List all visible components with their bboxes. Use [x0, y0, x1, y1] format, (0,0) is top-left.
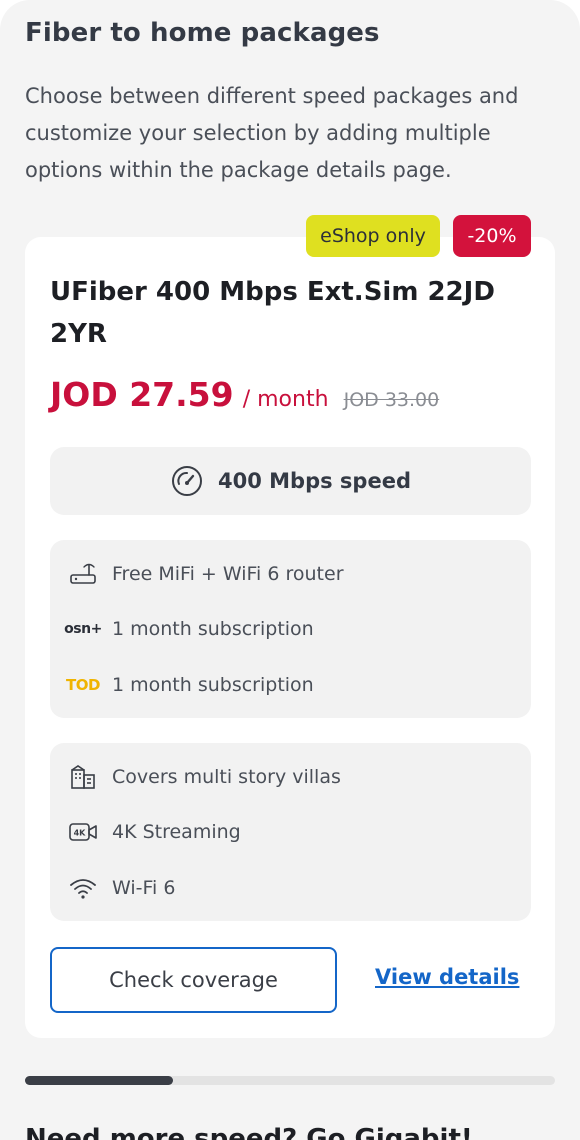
packages-section: Fiber to home packages Choose between di…: [0, 0, 580, 1140]
feature-label: Wi-Fi 6: [112, 877, 176, 899]
osn-plus-logo: osn+: [64, 615, 102, 643]
feature-item-villas: Covers multi story villas: [68, 761, 341, 793]
feature-label: Covers multi story villas: [112, 766, 341, 788]
extra-item-router: Free MiFi + WiFi 6 router: [68, 558, 344, 590]
svg-text:4K: 4K: [74, 829, 87, 838]
feature-label: 4K Streaming: [112, 821, 241, 843]
extra-item-osn: osn+ 1 month subscription: [64, 613, 314, 645]
carousel-scrollbar[interactable]: [25, 1076, 555, 1085]
tod-logo-text: TOD: [66, 676, 100, 694]
check-coverage-button[interactable]: Check coverage: [50, 947, 337, 1013]
building-icon: [68, 763, 98, 791]
speed-highlight: 400 Mbps speed: [50, 447, 531, 515]
feature-item-4k: 4K 4K Streaming: [68, 816, 241, 848]
view-details-link[interactable]: View details: [375, 965, 519, 989]
features-box: Covers multi story villas 4K 4K Streamin…: [50, 743, 531, 921]
speedometer-icon: [170, 464, 204, 498]
extra-label: 1 month subscription: [112, 674, 314, 696]
extra-label: Free MiFi + WiFi 6 router: [112, 563, 344, 585]
price-period: / month: [242, 387, 329, 412]
feature-item-wifi: Wi-Fi 6: [68, 872, 175, 904]
eshop-only-badge: eShop only: [306, 215, 440, 257]
carousel-scroll-thumb[interactable]: [25, 1076, 174, 1085]
extras-box: Free MiFi + WiFi 6 router osn+ 1 month s…: [50, 540, 531, 718]
extra-label: 1 month subscription: [112, 618, 314, 640]
osn-logo-text: osn+: [64, 621, 102, 637]
4k-camera-icon: 4K: [68, 818, 98, 846]
extra-item-tod: TOD 1 month subscription: [66, 669, 314, 701]
router-icon: [68, 560, 98, 588]
section-title: Fiber to home packages: [25, 18, 380, 48]
current-price: JOD 27.59: [50, 375, 234, 414]
tod-logo: TOD: [66, 671, 100, 699]
old-price: JOD 33.00: [343, 389, 440, 411]
package-card: eShop only -20% UFiber 400 Mbps Ext.Sim …: [25, 215, 555, 1038]
speed-label: 400 Mbps speed: [218, 469, 411, 493]
discount-badge: -20%: [453, 215, 531, 257]
wifi-icon: [68, 874, 98, 902]
price-row: JOD 27.59 / month JOD 33.00: [50, 375, 439, 414]
plan-name: UFiber 400 Mbps Ext.Sim 22JD 2YR: [50, 277, 495, 349]
next-section-title: Need more speed? Go Gigabit!: [25, 1124, 473, 1140]
section-description: Choose between different speed packages …: [25, 84, 519, 182]
